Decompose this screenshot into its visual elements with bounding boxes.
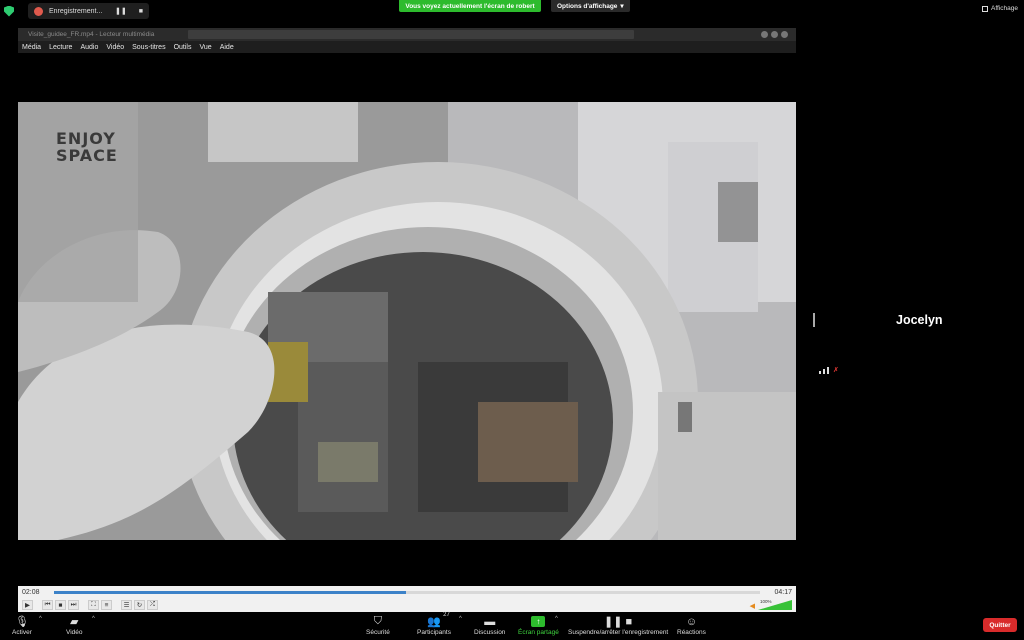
grid-icon bbox=[982, 5, 989, 12]
play-pause-button[interactable]: ▶ bbox=[22, 600, 33, 610]
shield-icon[interactable] bbox=[4, 5, 14, 17]
fullscreen-icon[interactable]: ⛶ bbox=[88, 600, 99, 610]
volume-control[interactable]: ◀ 100% bbox=[750, 599, 792, 610]
player-menubar: Média Lecture Audio Vidéo Sous-titres Ou… bbox=[18, 41, 796, 53]
reactions-button[interactable]: ☺ Réactions bbox=[677, 614, 706, 637]
share-screen-button[interactable]: ↑ Écran partagé bbox=[518, 614, 559, 636]
menu-audio[interactable]: Audio bbox=[80, 44, 98, 51]
minimize-button[interactable] bbox=[761, 31, 768, 38]
camera-off-icon: ▰ bbox=[70, 616, 79, 628]
smiley-icon: ☺ bbox=[685, 615, 698, 628]
security-label: Sécurité bbox=[366, 629, 390, 636]
panel-divider bbox=[813, 313, 815, 327]
shield-icon: ⛉ bbox=[373, 615, 383, 627]
participants-caret[interactable]: ^ bbox=[459, 616, 462, 622]
player-controls: ▶ ⏮ ■ ⏭ ⛶ ≡ ☰ ↻ ⤮ ◀ 100% bbox=[18, 598, 796, 612]
video-button[interactable]: ▰ Vidéo bbox=[66, 614, 83, 636]
chat-button[interactable]: ▬ Discussion bbox=[474, 614, 506, 637]
previous-icon[interactable]: ⏮ bbox=[42, 600, 53, 610]
video-image bbox=[18, 102, 796, 540]
volume-slider[interactable]: 100% bbox=[758, 599, 792, 610]
maximize-button[interactable] bbox=[771, 31, 778, 38]
menu-sous-titres[interactable]: Sous-titres bbox=[132, 44, 165, 51]
seek-progress bbox=[54, 590, 406, 594]
chat-label: Discussion bbox=[474, 629, 506, 636]
share-options-caret[interactable]: ^ bbox=[555, 616, 558, 622]
menu-vue[interactable]: Vue bbox=[200, 44, 212, 51]
recording-control-button[interactable]: ❚❚ ■ Suspendre/arrêter l'enregistrement bbox=[568, 614, 668, 636]
people-icon: 👥 27 bbox=[427, 612, 450, 628]
extended-settings-icon[interactable]: ≡ bbox=[101, 600, 112, 610]
video-options-caret[interactable]: ^ bbox=[92, 616, 95, 622]
chat-bubble-icon: ▬ bbox=[484, 615, 496, 628]
video-label: Vidéo bbox=[66, 629, 83, 636]
menu-video[interactable]: Vidéo bbox=[106, 44, 124, 51]
player-titlebar[interactable]: Visite_guidee_FR.mp4 - Lecteur multimédi… bbox=[18, 28, 796, 41]
seek-bar-row: 02:08 04:17 bbox=[18, 586, 796, 598]
mute-button[interactable]: 🎙 Activer bbox=[12, 614, 32, 636]
pause-stop-icon: ❚❚ ■ bbox=[604, 616, 633, 628]
zoom-window: Enregistrement... ❚❚ ■ Vous voyez actuel… bbox=[0, 0, 1024, 640]
seek-slider[interactable] bbox=[54, 590, 760, 594]
share-screen-icon: ↑ bbox=[531, 616, 546, 627]
logo-line-2: SPACE bbox=[56, 146, 118, 165]
video-frame[interactable]: ENJOY SPACE bbox=[18, 102, 796, 540]
record-icon bbox=[34, 6, 43, 16]
signal-icon bbox=[819, 371, 821, 374]
microphone-muted-icon: 🎙 bbox=[14, 616, 29, 628]
reactions-label: Réactions bbox=[677, 629, 706, 636]
close-button[interactable] bbox=[781, 31, 788, 38]
speaker-icon[interactable]: ◀ bbox=[750, 602, 755, 610]
participants-label: Participants bbox=[417, 629, 451, 636]
audio-options-caret[interactable]: ^ bbox=[39, 616, 42, 622]
view-mode-button[interactable]: Affichage bbox=[982, 5, 1018, 12]
stop-recording-button[interactable]: ■ bbox=[139, 8, 143, 15]
playlist-icon[interactable]: ☰ bbox=[121, 600, 132, 610]
recording-label: Enregistrement... bbox=[49, 7, 103, 15]
recording-indicator: Enregistrement... ❚❚ ■ bbox=[28, 3, 149, 19]
security-button[interactable]: ⛉ Sécurité bbox=[366, 614, 390, 636]
menu-aide[interactable]: Aide bbox=[220, 44, 234, 51]
menu-media[interactable]: Média bbox=[22, 44, 41, 51]
time-current: 02:08 bbox=[22, 588, 40, 596]
view-options-label: Options d'affichage bbox=[557, 2, 618, 10]
view-mode-label: Affichage bbox=[991, 5, 1018, 12]
recording-control-label: Suspendre/arrêter l'enregistrement bbox=[568, 629, 669, 636]
pause-recording-button[interactable]: ❚❚ bbox=[115, 7, 127, 15]
participant-name: Jocelyn bbox=[896, 313, 943, 327]
time-total: 04:17 bbox=[774, 588, 792, 596]
stop-icon[interactable]: ■ bbox=[55, 600, 66, 610]
next-icon[interactable]: ⏭ bbox=[68, 600, 79, 610]
titlebar-bar bbox=[188, 30, 634, 39]
player-title: Visite_guidee_FR.mp4 - Lecteur multimédi… bbox=[28, 31, 155, 38]
meeting-toolbar: 🎙 Activer ^ ▰ Vidéo ^ ⛉ Sécurité 👥 27 Par… bbox=[0, 612, 1024, 640]
participants-count: 27 bbox=[443, 612, 450, 618]
video-watermark-logo: ENJOY SPACE bbox=[56, 130, 118, 164]
participants-button[interactable]: 👥 27 Participants bbox=[417, 612, 451, 636]
media-player-window: Visite_guidee_FR.mp4 - Lecteur multimédi… bbox=[18, 28, 796, 612]
leave-meeting-button[interactable]: Quitter bbox=[983, 618, 1017, 632]
shuffle-icon[interactable]: ⤮ bbox=[147, 600, 158, 610]
loop-icon[interactable]: ↻ bbox=[134, 600, 145, 610]
share-screen-label: Écran partagé bbox=[518, 629, 559, 636]
top-left-area: Enregistrement... ❚❚ ■ bbox=[4, 3, 149, 19]
sharing-banner: Vous voyez actuellement l'écran de rober… bbox=[399, 0, 541, 12]
mic-muted-icon: ✗ bbox=[833, 367, 839, 374]
volume-percent: 100% bbox=[760, 599, 772, 604]
view-options-button[interactable]: Options d'affichage ▾ bbox=[551, 0, 630, 12]
menu-outils[interactable]: Outils bbox=[174, 44, 192, 51]
menu-lecture[interactable]: Lecture bbox=[49, 44, 72, 51]
chevron-down-icon: ▾ bbox=[620, 3, 624, 10]
participant-status: ✗ bbox=[819, 366, 839, 374]
mute-label: Activer bbox=[12, 629, 32, 636]
logo-line-1: ENJOY bbox=[56, 129, 116, 148]
